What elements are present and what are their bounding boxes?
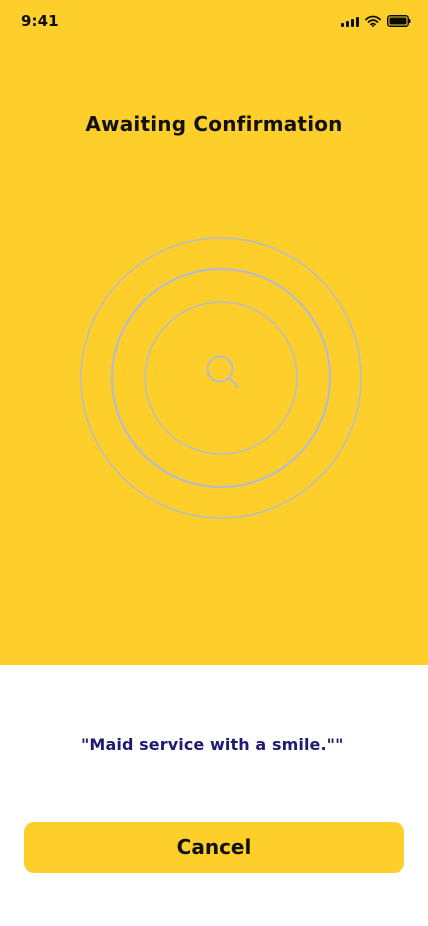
page-title: Awaiting Confirmation [85, 112, 343, 136]
service-tagline: "Maid service with a smile."" [81, 735, 344, 754]
status-bar: 9:41 [0, 0, 428, 44]
search-icon [206, 355, 240, 389]
top-yellow-panel: 9:41 Awaiting Confirmation [0, 0, 428, 665]
status-time: 9:41 [21, 12, 59, 30]
search-radar [78, 235, 364, 521]
status-icons [341, 15, 411, 27]
awaiting-confirmation-screen: 9:41 Awaiting Confirmation "Maid service… [0, 0, 428, 926]
signal-icon [341, 15, 359, 27]
inner-radar-ring [144, 301, 298, 455]
cancel-button[interactable]: Cancel [24, 822, 404, 873]
battery-icon [387, 15, 411, 27]
outer-radar-ring [80, 237, 362, 519]
wifi-icon [365, 15, 381, 27]
bottom-white-panel: "Maid service with a smile."" Cancel [0, 665, 428, 926]
